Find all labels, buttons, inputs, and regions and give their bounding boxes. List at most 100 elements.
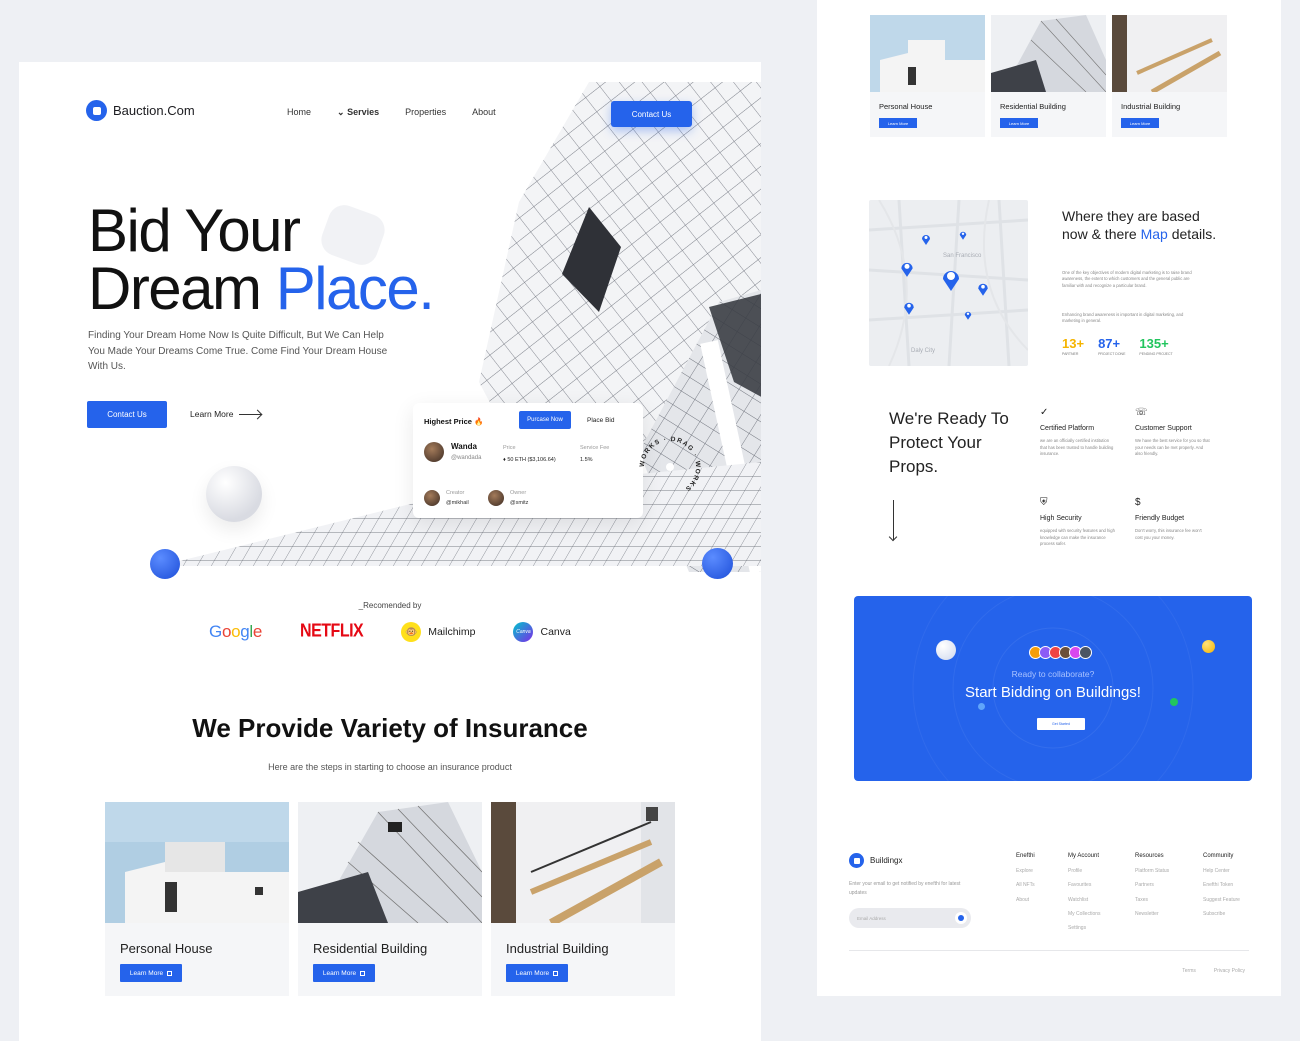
footer-link[interactable]: Partners (1135, 878, 1169, 892)
feature-title: Certified Platform (1040, 425, 1095, 432)
insurance-card[interactable]: Residential Building Learn More (991, 15, 1107, 137)
footer-link[interactable]: Explore (1016, 864, 1035, 878)
residential-building-image (991, 15, 1107, 93)
security-shield-icon: ⛨ (1040, 497, 1048, 508)
map-pin-icon[interactable] (903, 300, 915, 315)
external-link-icon (167, 970, 173, 976)
cta-headline: Start Bidding on Buildings! (965, 684, 1141, 701)
learn-more-button[interactable]: Learn More (313, 964, 375, 982)
footer-divider (849, 950, 1249, 951)
landing-page-hero-panel: Bauction.Com Home ⌄ Servies Properties A… (19, 62, 761, 1041)
card-title: Residential Building (313, 941, 428, 956)
stat-value: 87+ (1098, 336, 1121, 351)
residential-building-image (298, 802, 483, 924)
learn-more-button[interactable]: Learn More (879, 118, 917, 128)
owner-label: Owner (510, 490, 527, 496)
card-title: Industrial Building (506, 941, 609, 956)
feature-item: ☏ Customer Support We have the best serv… (1135, 407, 1210, 458)
map-pin-icon[interactable] (964, 310, 972, 320)
nav-home[interactable]: Home (287, 107, 311, 118)
insurance-card[interactable]: Industrial Building Learn More (491, 802, 675, 996)
footer-heading: My Account (1068, 853, 1100, 859)
footer-link[interactable]: About (1016, 893, 1035, 907)
google-logo: Google (209, 622, 263, 641)
get-started-button[interactable]: Get Started (1037, 718, 1085, 730)
insurance-card[interactable]: Industrial Building Learn More (1112, 15, 1227, 137)
nav-properties[interactable]: Properties (405, 107, 446, 118)
personal-house-image (870, 15, 985, 92)
footer-column: Enefthi Explore All NFTs About (1016, 853, 1035, 907)
footer-link[interactable]: Subscribe (1203, 907, 1240, 921)
footer-link[interactable]: Profile (1068, 864, 1101, 878)
external-link-icon (360, 970, 366, 976)
footer-link[interactable]: Favourites (1068, 878, 1101, 892)
map-pin-icon[interactable] (959, 230, 967, 240)
stats-row: 13+ PARTNER 87+ PROJECT DONE 135+ PENDIN… (1062, 336, 1173, 356)
learn-more-button[interactable]: Learn More (1000, 118, 1038, 128)
learn-more-button[interactable]: Learn More (506, 964, 568, 982)
place-bid-button[interactable]: Place Bid (587, 417, 614, 424)
card-title: Personal House (879, 102, 933, 111)
footer-column: My Account Profile Favourites Watchlist … (1068, 853, 1101, 935)
footer-link[interactable]: Help Center (1203, 864, 1240, 878)
footer-logo[interactable]: Buildingx (849, 853, 902, 868)
footer-link[interactable]: My Collections (1068, 907, 1101, 921)
creator-label: Creator (446, 490, 465, 496)
hero-title-highlight: Place. (275, 255, 435, 322)
nav-services[interactable]: ⌄ Servies (337, 107, 379, 118)
terms-link[interactable]: Terms (1182, 968, 1196, 974)
decorative-dot (978, 703, 985, 710)
learn-more-link[interactable]: Learn More (190, 409, 262, 419)
hero-title: Bid Your Dream Place. (88, 201, 435, 319)
hero-contact-button[interactable]: Contact Us (87, 401, 167, 428)
footer-link[interactable]: Platform Status (1135, 864, 1169, 878)
learn-more-button[interactable]: Learn More (1121, 118, 1159, 128)
decorative-sphere (936, 640, 956, 660)
learn-more-button[interactable]: Learn More (120, 964, 182, 982)
nav-about[interactable]: About (472, 107, 496, 118)
footer-link[interactable]: Suggest Feature (1203, 893, 1240, 907)
footer-link[interactable]: Watchlist (1068, 893, 1101, 907)
map-section-paragraph: Enhancing brand awareness is important i… (1062, 312, 1184, 324)
nav-contact-button[interactable]: Contact Us (611, 101, 692, 127)
subscribe-button[interactable] (955, 912, 967, 924)
map-pin-icon[interactable] (900, 260, 914, 277)
map-pin-icon[interactable] (921, 233, 931, 245)
footer-link[interactable]: Newsletter (1135, 907, 1169, 921)
landing-page-details-panel: Personal House Learn More Residential Bu… (817, 0, 1281, 996)
insurance-title: We Provide Variety of Insurance (192, 713, 588, 743)
footer-legal-links: Terms Privacy Policy (1182, 968, 1245, 974)
hero-subtitle: Finding Your Dream Home Now Is Quite Dif… (88, 330, 388, 372)
footer-link[interactable]: All NFTs (1016, 878, 1035, 892)
collaborator-avatars (1029, 646, 1092, 659)
email-input[interactable]: Email Address (849, 908, 971, 928)
feature-title: High Security (1040, 515, 1082, 522)
service-fee-label: Service Fee (580, 445, 610, 451)
insurance-card[interactable]: Personal House Learn More (870, 15, 985, 137)
service-fee-value: 1.5% (580, 457, 593, 463)
external-link-icon (553, 970, 559, 976)
main-nav: Home ⌄ Servies Properties About (287, 107, 496, 118)
footer-link[interactable]: Taxes (1135, 893, 1169, 907)
feature-desc: we are an officially certified instituti… (1040, 438, 1114, 456)
card-title: Residential Building (1000, 102, 1066, 111)
map-pin-icon[interactable] (977, 281, 989, 296)
avatar (1079, 646, 1092, 659)
insurance-card[interactable]: Residential Building Learn More (298, 802, 483, 996)
insurance-cards: Personal House Learn More Residential Bu… (105, 802, 675, 996)
map-pin-selected-icon[interactable] (941, 267, 961, 291)
brand-logo[interactable]: Bauction.Com (86, 100, 195, 121)
stat-label: PROJECT DONE (1098, 352, 1126, 356)
arrow-right-icon (239, 413, 262, 415)
insurance-card[interactable]: Personal House Learn More (105, 802, 289, 996)
feature-desc: equipped with security features and high… (1040, 528, 1115, 546)
hero-title-line1: Bid Your (88, 197, 301, 264)
purchase-now-button[interactable]: Purcase Now (519, 411, 571, 429)
learn-more-label: Learn More (322, 969, 357, 977)
creator-handle: @mikhail (446, 500, 469, 506)
footer-link[interactable]: Enefthi Token (1203, 878, 1240, 892)
privacy-link[interactable]: Privacy Policy (1214, 968, 1245, 974)
learn-more-label: Learn More (515, 969, 550, 977)
location-map[interactable]: San Francisco Daly City (869, 200, 1028, 366)
footer-link[interactable]: Settings (1068, 921, 1101, 935)
